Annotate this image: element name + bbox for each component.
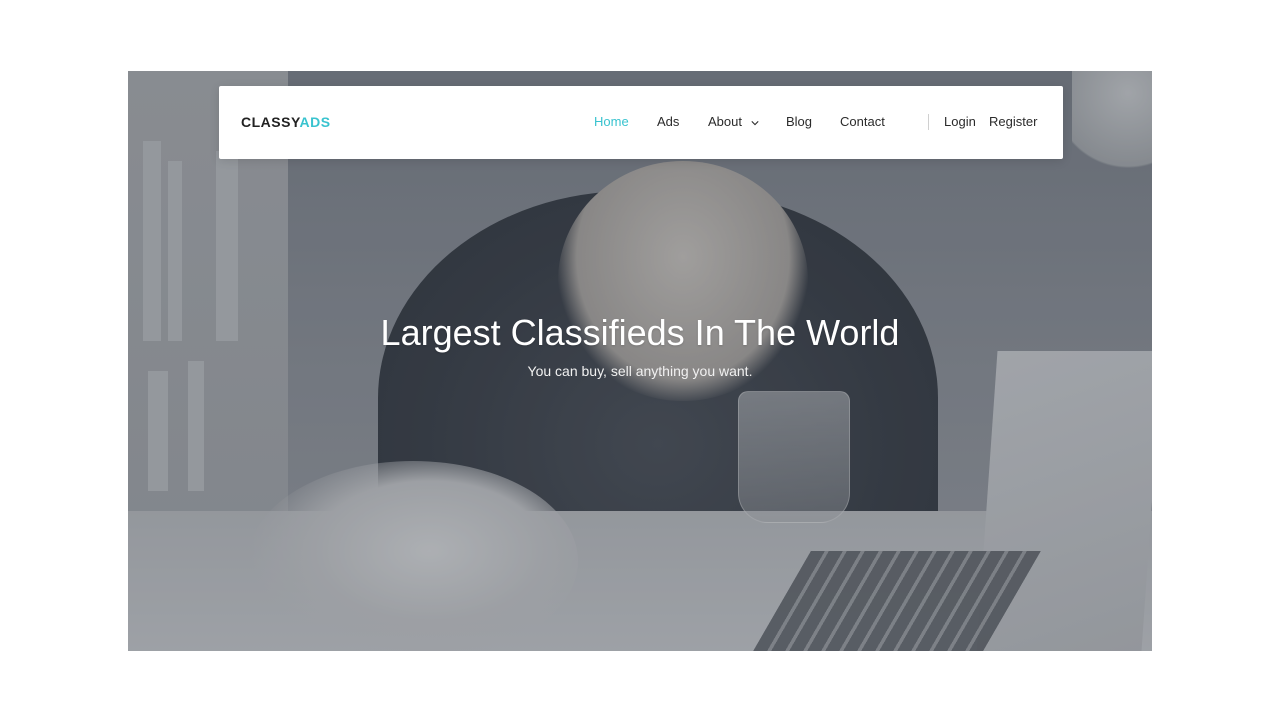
- nav-divider: [928, 114, 929, 130]
- register-link[interactable]: Register: [989, 114, 1037, 129]
- chevron-down-icon: [751, 120, 759, 125]
- nav-contact-link[interactable]: Contact: [840, 114, 885, 129]
- nav-ads-link[interactable]: Ads: [657, 114, 679, 129]
- nav-about-link[interactable]: About: [708, 114, 759, 129]
- login-link[interactable]: Login: [944, 114, 976, 129]
- top-navbar: CLASSYADS Home Ads About Blog Contact Lo…: [219, 86, 1063, 159]
- nav-about-label: About: [708, 114, 742, 129]
- hero-title: Largest Classifieds In The World: [380, 312, 900, 353]
- site-logo[interactable]: CLASSYADS: [241, 114, 331, 130]
- nav-home-link[interactable]: Home: [594, 114, 629, 129]
- hero-subtitle: You can buy, sell anything you want.: [527, 363, 753, 379]
- logo-text-accent: ADS: [299, 114, 331, 130]
- logo-text-primary: CLASSY: [241, 114, 300, 130]
- nav-blog-link[interactable]: Blog: [786, 114, 812, 129]
